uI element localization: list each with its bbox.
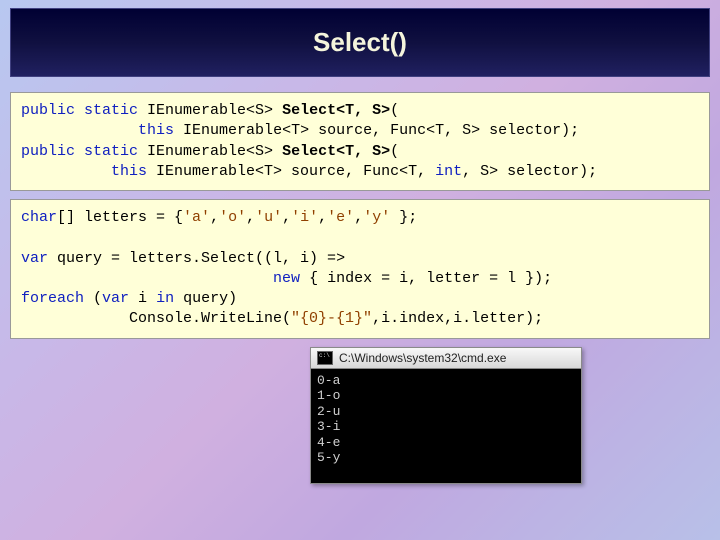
slide-title: Select() [313,27,407,57]
code-indent [21,163,111,180]
kw-var: var [102,290,129,307]
code-text: IEnumerable<S> [138,143,282,160]
code-text: }; [390,209,417,226]
code-text: , [282,209,291,226]
code-block-example: char[] letters = {'a','o','u','i','e','y… [10,199,710,339]
code-text: ( [390,102,399,119]
code-text: , [210,209,219,226]
code-text: i [129,290,156,307]
code-text: query = letters.Select((l, i) => [48,250,345,267]
method-name: Select<T, S> [282,143,390,160]
char-literal: 'o' [219,209,246,226]
char-literal: 'e' [327,209,354,226]
code-indent [21,270,273,287]
code-block-signatures: public static IEnumerable<S> Select<T, S… [10,92,710,191]
kw-in: in [156,290,174,307]
code-text: ,i.index,i.letter); [372,310,543,327]
method-name: Select<T, S> [282,102,390,119]
console-output: 0-a 1-o 2-u 3-i 4-e 5-y [311,369,581,483]
kw-int: int [435,163,462,180]
blank-line [21,229,30,246]
code-text: , S> selector); [462,163,597,180]
console-line: 0-a [317,373,340,388]
code-text: query) [174,290,237,307]
char-literal: 'i' [291,209,318,226]
code-text: [] letters = { [57,209,183,226]
code-text: , [354,209,363,226]
kw-foreach: foreach [21,290,84,307]
code-text: Console.WriteLine( [21,310,291,327]
code-text: , [246,209,255,226]
kw-static: static [75,143,138,160]
char-literal: 'a' [183,209,210,226]
kw-new: new [273,270,300,287]
slide-header: Select() [10,8,710,77]
kw-static: static [75,102,138,119]
cmd-icon [317,351,333,365]
code-text: IEnumerable<T> source, Func<T, [147,163,435,180]
console-line: 2-u [317,404,340,419]
code-text: IEnumerable<S> [138,102,282,119]
code-text: ( [390,143,399,160]
console-titlebar: C:\Windows\system32\cmd.exe [311,348,581,369]
char-literal: 'u' [255,209,282,226]
console-window: C:\Windows\system32\cmd.exe 0-a 1-o 2-u … [310,347,582,484]
kw-this: this [138,122,174,139]
code-text: ( [84,290,102,307]
string-literal: "{0}-{1}" [291,310,372,327]
code-text: , [318,209,327,226]
kw-public: public [21,102,75,119]
console-line: 3-i [317,419,340,434]
console-line: 5-y [317,450,340,465]
console-line: 1-o [317,388,340,403]
kw-this: this [111,163,147,180]
code-text: { index = i, letter = l }); [300,270,552,287]
char-literal: 'y' [363,209,390,226]
kw-char: char [21,209,57,226]
kw-public: public [21,143,75,160]
code-text: IEnumerable<T> source, Func<T, S> select… [174,122,579,139]
console-line: 4-e [317,435,340,450]
code-indent [21,122,138,139]
kw-var: var [21,250,48,267]
console-title-text: C:\Windows\system32\cmd.exe [339,351,506,365]
